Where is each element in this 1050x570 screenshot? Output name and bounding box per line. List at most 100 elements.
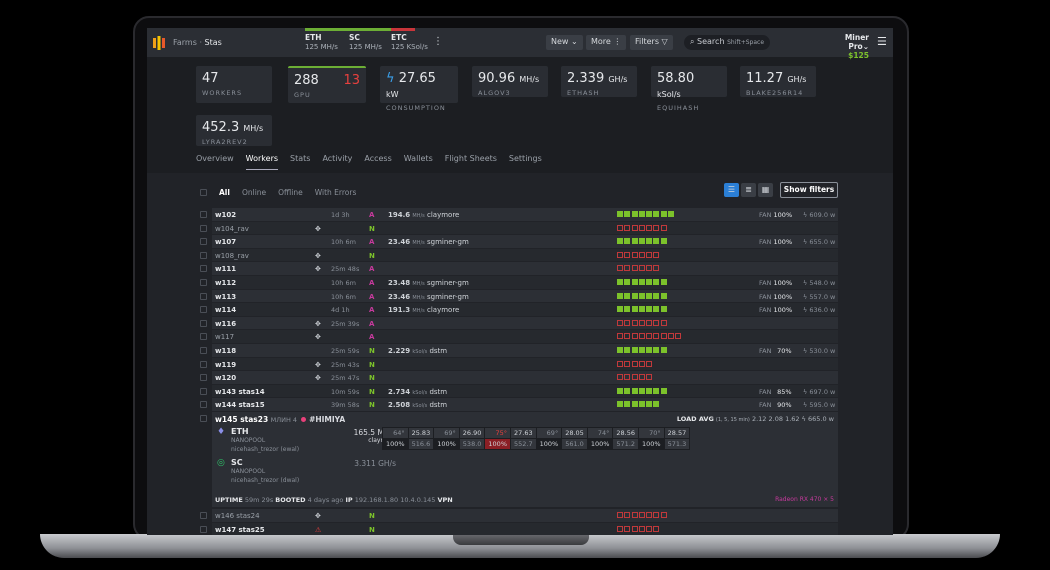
worker-name[interactable]: w104_rav <box>215 225 249 233</box>
worker-name[interactable]: w143 stas14 <box>215 388 265 396</box>
fan-speed: FAN 85% <box>759 387 792 396</box>
lightning-icon: ϟ <box>386 71 399 86</box>
table-row[interactable]: w143 stas14 10m 59s N 2.734 kSol/s dstm FAN … <box>196 384 838 399</box>
table-row[interactable]: w117 ✥ A <box>196 330 838 344</box>
stat-card-gpu[interactable]: 288 13 GPU <box>288 66 366 103</box>
gpu-status <box>617 360 653 367</box>
stat-card-consumption[interactable]: ϟ 27.65 kW CONSUMPTION <box>380 66 458 112</box>
view-list-button[interactable]: ☰ <box>724 183 739 197</box>
tab-access[interactable]: Access <box>364 154 391 170</box>
table-row[interactable]: w108_rav ✥ N <box>196 248 838 263</box>
row-checkbox[interactable] <box>200 319 207 327</box>
more-button[interactable]: More ⋮ <box>586 35 627 50</box>
coin-sc[interactable]: SC 125 MH/s <box>349 33 382 51</box>
show-filters-button[interactable]: Show filters <box>780 182 838 198</box>
row-checkbox[interactable] <box>200 401 207 409</box>
stat-card-lyra2rev2[interactable]: 452.3 MH/s LYRA2REV2 <box>196 115 272 146</box>
table-row[interactable]: w113 10h 6m A 23.46 MH/s sgminer-gm FAN 100%… <box>196 289 838 304</box>
row-checkbox[interactable] <box>200 525 207 533</box>
row-checkbox[interactable] <box>200 387 207 395</box>
network-icon: ✥ <box>315 265 321 274</box>
worker-name[interactable]: w114 <box>215 306 236 314</box>
worker-name[interactable]: w117 <box>215 333 234 341</box>
table-row[interactable]: w116 ✥ 25m 39s A <box>196 316 838 331</box>
worker-name[interactable]: w119 <box>215 361 236 369</box>
table-row[interactable]: w147 stas25 ⚠ N <box>196 522 838 535</box>
worker-name[interactable]: w107 <box>215 238 236 246</box>
table-row[interactable]: w144 stas15 39m 58s N 2.508 kSol/s dstm FAN … <box>196 398 838 412</box>
row-checkbox[interactable] <box>200 265 207 273</box>
worker-name[interactable]: w102 <box>215 211 236 219</box>
row-checkbox[interactable] <box>200 278 207 286</box>
gpu-indicator <box>617 224 623 231</box>
hamburger-menu-icon[interactable]: ☰ <box>877 35 887 48</box>
search-input[interactable]: ⌕ Search Shift+Space <box>684 35 770 50</box>
row-checkbox[interactable] <box>200 511 207 519</box>
table-row[interactable]: w114 4d 1h A 191.3 MH/s claymore FAN 100% ϟ 6… <box>196 303 838 317</box>
table-row[interactable]: w120 ✥ 25m 47s N <box>196 371 838 385</box>
worker-name[interactable]: w118 <box>215 347 236 355</box>
filter-with-errors[interactable]: With Errors <box>315 188 357 197</box>
worker-name[interactable]: w112 <box>215 279 236 287</box>
tab-activity[interactable]: Activity <box>322 154 352 170</box>
worker-name[interactable]: w116 <box>215 320 236 328</box>
row-checkbox[interactable] <box>200 346 207 354</box>
expanded-worker-row[interactable]: w145 stas23 МЛИН 4 #HIMIYA LOAD AVG (1, 5,… <box>196 411 838 509</box>
worker-name[interactable]: w120 <box>215 374 236 382</box>
table-row[interactable]: w146 stas24 ✥ N <box>196 508 838 523</box>
stat-card-ethash[interactable]: 2.339 GH/s ETHASH <box>561 66 637 97</box>
row-checkbox[interactable] <box>200 292 207 300</box>
row-checkbox[interactable] <box>200 224 207 232</box>
stat-card-blake256r14[interactable]: 11.27 GH/s BLAKE256R14 <box>740 66 816 97</box>
tab-flight-sheets[interactable]: Flight Sheets <box>445 154 497 170</box>
row-checkbox[interactable] <box>200 251 207 259</box>
tab-settings[interactable]: Settings <box>509 154 542 170</box>
row-checkbox[interactable] <box>200 211 207 218</box>
hashrate-value: 2.734 <box>388 387 411 396</box>
worker-name[interactable]: w146 stas24 <box>215 512 260 520</box>
miner-name: claymore <box>427 306 460 315</box>
stat-card-workers[interactable]: 47 WORKERS <box>196 66 272 103</box>
table-row[interactable]: w111 ✥ 25m 48s A <box>196 262 838 276</box>
coin-etc[interactable]: ETC 125 KSol/s <box>391 33 428 51</box>
etc-bar <box>391 28 415 31</box>
table-row[interactable]: w102 1d 3h A 194.6 MH/s claymore FAN 100% ϟ 6… <box>196 208 838 222</box>
row-checkbox[interactable] <box>200 238 207 246</box>
table-row[interactable]: w104_rav ✥ N <box>196 221 838 236</box>
worker-name[interactable]: w145 stas23 <box>215 415 268 424</box>
worker-name[interactable]: w108_rav <box>215 252 249 260</box>
account-menu[interactable]: Miner Pro⌄ $125 <box>824 33 869 60</box>
tab-overview[interactable]: Overview <box>196 154 234 170</box>
row-checkbox[interactable] <box>200 306 207 314</box>
worker-name[interactable]: w147 stas25 <box>215 526 265 534</box>
row-checkbox[interactable] <box>200 374 207 382</box>
tab-wallets[interactable]: Wallets <box>404 154 433 170</box>
worker-name[interactable]: w113 <box>215 293 236 301</box>
tab-stats[interactable]: Stats <box>290 154 310 170</box>
filter-online[interactable]: Online <box>242 188 266 197</box>
row-checkbox[interactable] <box>200 414 207 422</box>
tab-workers[interactable]: Workers <box>245 154 279 170</box>
worker-name[interactable]: w111 <box>215 265 236 273</box>
stat-card-algov3[interactable]: 90.96 MH/s ALGOV3 <box>472 66 548 97</box>
stat-unit: MH/s <box>243 124 264 133</box>
coins-menu-icon[interactable]: ⋮ <box>433 36 443 47</box>
stat-card-equihash[interactable]: 58.80 kSol/s EQUIHASH <box>651 66 727 112</box>
view-compact-button[interactable]: ≣ <box>741 183 756 197</box>
table-row[interactable]: w118 25m 59s N 2.229 kSol/s dstm FAN 70% ϟ 53… <box>196 343 838 358</box>
table-row[interactable]: w119 ✥ 25m 43s N <box>196 357 838 372</box>
coin-eth[interactable]: ETH 125 MH/s <box>305 33 338 51</box>
row-checkbox[interactable] <box>200 360 207 368</box>
breadcrumb-farms[interactable]: Farms <box>173 38 197 47</box>
filters-button[interactable]: Filters ▽ <box>630 35 673 50</box>
view-grid-button[interactable]: ▦ <box>758 183 773 197</box>
filter-offline[interactable]: Offline <box>278 188 303 197</box>
table-row[interactable]: w112 10h 6m A 23.48 MH/s sgminer-gm FAN 100%… <box>196 275 838 290</box>
new-button[interactable]: New ⌄ <box>546 35 583 50</box>
table-row[interactable]: w107 10h 6m A 23.46 MH/s sgminer-gm FAN 100%… <box>196 235 838 249</box>
select-all-checkbox[interactable] <box>200 189 207 196</box>
filter-all[interactable]: All <box>219 188 230 197</box>
worker-name[interactable]: w144 stas15 <box>215 401 265 409</box>
app-logo-icon[interactable] <box>153 36 165 50</box>
row-checkbox[interactable] <box>200 333 207 341</box>
